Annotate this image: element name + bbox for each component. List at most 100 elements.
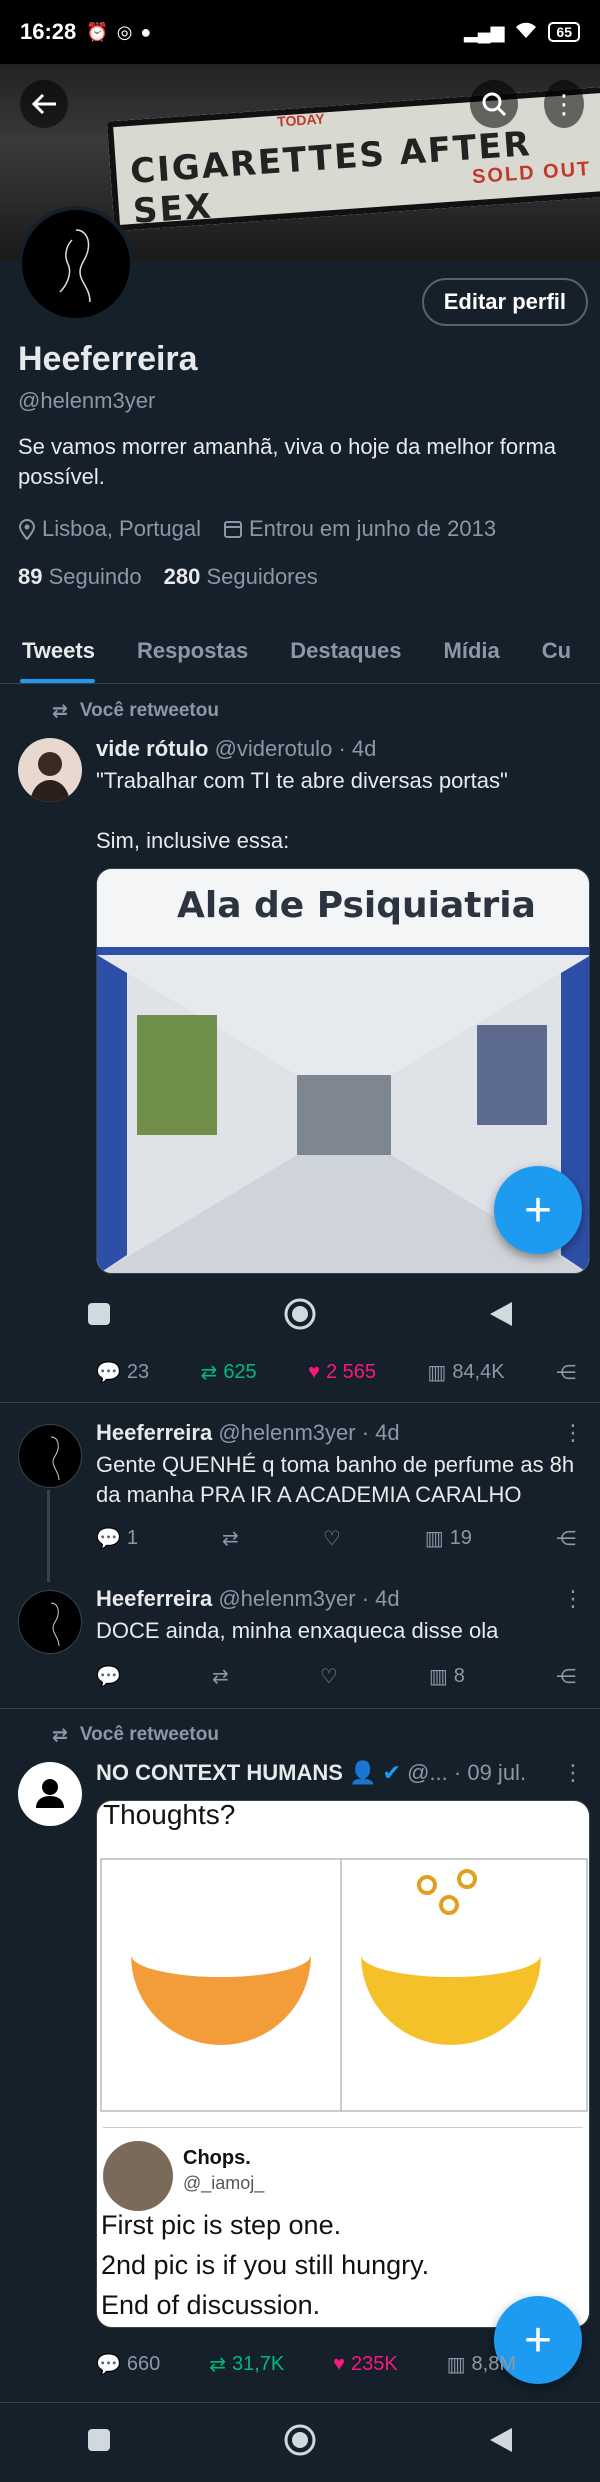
back-nav-button[interactable] — [488, 1300, 514, 1333]
tab-tweets[interactable]: Tweets — [0, 620, 115, 683]
avatar[interactable] — [18, 1424, 82, 1488]
profile-meta: Lisboa, Portugal Entrou em junho de 2013 — [18, 516, 496, 542]
retweet-button[interactable]: ⇄ — [222, 1526, 239, 1551]
bar-chart-icon: ▥ — [446, 2354, 466, 2376]
tweet-actions: 💬 ⇄ ♡ ▥ 8 ⋲ — [96, 1664, 576, 1689]
tweet-more-button[interactable]: ⋮ — [562, 1760, 584, 1786]
status-bar: 16:28 ⏰ ◎ ● ▂▄▆ 65 — [0, 0, 600, 64]
alarm-icon: ⏰ — [86, 21, 109, 42]
tweet-time: · 4d — [361, 1420, 400, 1445]
more-options-button[interactable]: ⋮ — [544, 80, 584, 128]
share-button[interactable]: ⋲ — [556, 1664, 576, 1689]
default-user-icon — [36, 1779, 64, 1808]
home-button[interactable] — [283, 2423, 317, 2462]
tweet-media-image[interactable]: Thoughts? Chops. @_iamoj_ First pic is s… — [96, 1800, 590, 2328]
avatar[interactable] — [18, 1762, 82, 1826]
retweet-icon: ⇄ — [222, 1528, 239, 1550]
share-button[interactable]: ⋲ — [556, 1360, 576, 1385]
profile-tabs: Tweets Respostas Destaques Mídia Cu — [0, 620, 600, 684]
retweet-icon: ⇄ — [52, 701, 68, 722]
arrow-left-icon — [31, 93, 56, 115]
profile-location: Lisboa, Portugal — [42, 516, 201, 541]
tab-replies[interactable]: Respostas — [115, 620, 268, 683]
tweet-author[interactable]: NO CONTEXT HUMANS — [96, 1760, 343, 1785]
reply-button[interactable]: 💬 23 — [96, 1360, 149, 1385]
more-vertical-icon: ⋮ — [562, 1586, 584, 1611]
avatar[interactable] — [18, 1590, 82, 1654]
tweet-header: Heeferreira @helenm3yer · 4d — [96, 1420, 400, 1446]
retweet-icon: ⇄ — [211, 1666, 229, 1688]
retweet-icon: ⇄ — [52, 1725, 68, 1746]
like-button[interactable]: ♡ — [320, 1664, 338, 1689]
views-button[interactable]: ▥ 8,8M — [447, 2352, 516, 2377]
location-icon — [18, 519, 36, 540]
quote-text: First pic is step one. — [101, 2210, 342, 2240]
like-button[interactable]: ♡ — [323, 1526, 341, 1551]
retweet-button[interactable]: ⇄ — [212, 1664, 229, 1689]
heart-icon: ♡ — [319, 1666, 338, 1688]
tweet-text: Sim, inclusive essa: — [96, 828, 290, 853]
status-time: 16:28 — [20, 19, 77, 44]
plus-icon: + — [523, 2313, 553, 2367]
retweet-button[interactable]: ⇄ 31,7K — [209, 2352, 284, 2377]
quote-handle: @_iamoj_ — [183, 2173, 265, 2193]
tab-highlights[interactable]: Destaques — [268, 620, 421, 683]
search-icon — [482, 92, 507, 117]
tweet-more-button[interactable]: ⋮ — [562, 1420, 584, 1446]
compose-tweet-button[interactable]: + — [494, 1166, 582, 1254]
tweet-time: · 4d — [338, 736, 377, 761]
tweet-handle: @helenm3yer — [218, 1420, 356, 1445]
more-vertical-icon: ⋮ — [551, 88, 577, 119]
tweet-author[interactable]: vide rótulo — [96, 736, 208, 761]
tweet-author[interactable]: Heeferreira — [96, 1586, 212, 1611]
chat-icon: ● — [140, 21, 152, 42]
views-button[interactable]: ▥ 8 — [429, 1664, 465, 1689]
views-button[interactable]: ▥ 84,4K — [427, 1360, 504, 1385]
tweet-more-button[interactable]: ⋮ — [562, 1586, 584, 1612]
reply-button[interactable]: 💬 1 — [96, 1526, 138, 1551]
reply-button[interactable]: 💬 660 — [96, 2352, 160, 2377]
share-button[interactable]: ⋲ — [556, 1526, 576, 1551]
heart-filled-icon: ♥ — [333, 2353, 345, 2375]
views-button[interactable]: ▥ 19 — [425, 1526, 472, 1551]
share-icon: ⋲ — [555, 1362, 576, 1384]
tweet-handle: @viderotulo — [214, 736, 333, 761]
recent-apps-button[interactable] — [86, 1301, 112, 1332]
like-button[interactable]: ♥ 235K — [333, 2352, 398, 2377]
system-nav-bar — [0, 1276, 600, 1356]
tweet-actions: 💬 1 ⇄ ♡ ▥ 19 ⋲ — [96, 1526, 576, 1551]
quote-text: 2nd pic is if you still hungry. — [101, 2250, 430, 2280]
recent-apps-button[interactable] — [86, 2427, 112, 2458]
like-button[interactable]: ♥ 2 565 — [308, 1360, 376, 1385]
back-button[interactable] — [20, 80, 68, 128]
search-button[interactable] — [470, 80, 518, 128]
profile-name: Heeferreira — [18, 340, 198, 378]
following-link[interactable]: 89 Seguindo — [18, 564, 142, 590]
system-nav-bar — [0, 2402, 600, 2482]
tweet-header: vide rótulo @viderotulo · 4d — [96, 736, 376, 762]
tweet-actions: 💬 660 ⇄ 31,7K ♥ 235K ▥ 8,8M — [96, 2352, 516, 2377]
tweet-text: DOCE ainda, minha enxaqueca disse ola — [96, 1618, 499, 1643]
tab-media[interactable]: Mídia — [422, 620, 520, 683]
home-button[interactable] — [283, 1297, 317, 1336]
retweet-label: ⇄ Você retweetou — [52, 1724, 219, 1746]
tab-likes[interactable]: Cu — [520, 620, 591, 683]
tweet-author[interactable]: Heeferreira — [96, 1420, 212, 1445]
back-nav-button[interactable] — [488, 2426, 514, 2459]
user-emoji-icon: 👤 — [349, 1760, 377, 1785]
reply-icon: 💬 — [96, 1528, 121, 1550]
instagram-icon: ◎ — [116, 21, 133, 42]
retweet-label: ⇄ Você retweetou — [52, 700, 219, 722]
avatar[interactable] — [18, 738, 82, 802]
profile-avatar[interactable] — [18, 206, 134, 322]
retweet-button[interactable]: ⇄ 625 — [201, 1360, 257, 1385]
reply-button[interactable]: 💬 — [96, 1664, 121, 1689]
tweet-header: Heeferreira @helenm3yer · 4d — [96, 1586, 400, 1612]
battery-indicator: 65 — [548, 22, 580, 42]
reply-icon: 💬 — [96, 1362, 121, 1384]
plus-icon: + — [523, 1183, 553, 1237]
tweet-time: · 09 jul. — [453, 1760, 527, 1785]
followers-link[interactable]: 280 Seguidores — [164, 564, 318, 590]
follow-stats: 89 Seguindo 280 Seguidores — [18, 564, 318, 590]
edit-profile-button[interactable]: Editar perfil — [421, 278, 588, 326]
